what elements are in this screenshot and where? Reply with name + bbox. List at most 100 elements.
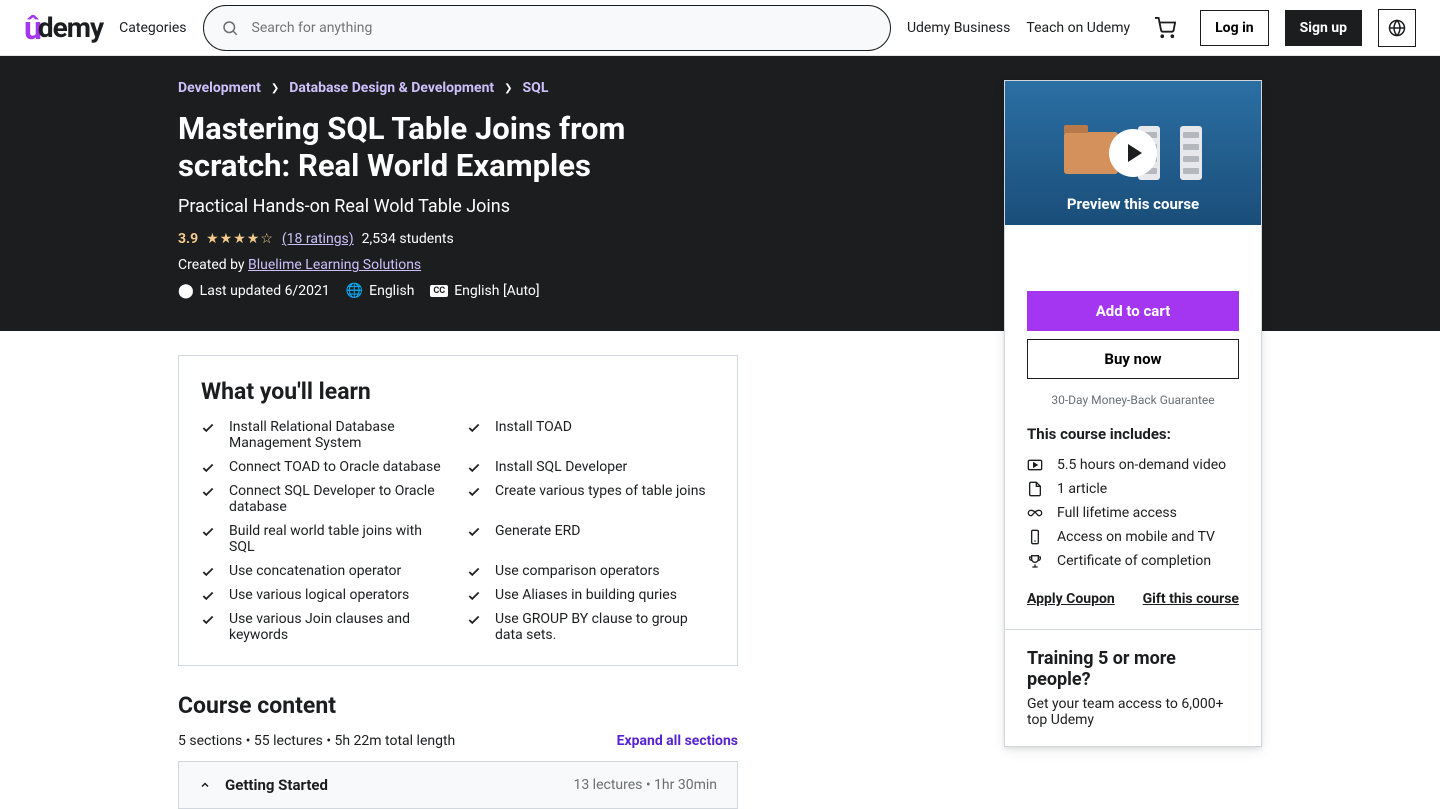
learn-item: Connect SQL Developer to Oracle database xyxy=(201,483,449,515)
rating-stars: ★★★★☆ xyxy=(206,231,274,247)
check-icon xyxy=(201,421,215,435)
learn-item: Use comparison operators xyxy=(467,563,715,579)
includes-item: 1 article xyxy=(1027,477,1239,501)
rating-value: 3.9 xyxy=(178,231,198,247)
learn-text: Connect TOAD to Oracle database xyxy=(229,459,441,475)
learn-item: Install SQL Developer xyxy=(467,459,715,475)
preview-label: Preview this course xyxy=(1005,195,1261,213)
learn-item: Install TOAD xyxy=(467,419,715,451)
learn-text: Use various Join clauses and keywords xyxy=(229,611,449,643)
learn-item: Use concatenation operator xyxy=(201,563,449,579)
breadcrumb-development[interactable]: Development xyxy=(178,80,261,96)
created-by-label: Created by xyxy=(178,257,248,273)
cc-icon: CC xyxy=(430,285,448,297)
content-summary: 5 sections • 55 lectures • 5h 22m total … xyxy=(178,733,455,749)
check-icon xyxy=(467,565,481,579)
includes-text: Certificate of completion xyxy=(1057,553,1211,569)
file-icon xyxy=(1027,481,1043,497)
learn-text: Build real world table joins with SQL xyxy=(229,523,449,555)
check-icon xyxy=(467,613,481,627)
purchase-card: Preview this course Add to cart Buy now … xyxy=(1004,80,1262,747)
chevron-right-icon: ❯ xyxy=(271,83,279,94)
what-youll-learn: What you'll learn Install Relational Dat… xyxy=(178,355,738,666)
expand-all-link[interactable]: Expand all sections xyxy=(617,733,738,749)
includes-item: Certificate of completion xyxy=(1027,549,1239,573)
mobile-icon xyxy=(1027,529,1043,545)
learn-item: Create various types of table joins xyxy=(467,483,715,515)
server-icon xyxy=(1180,126,1202,180)
includes-text: 1 article xyxy=(1057,481,1107,497)
search-icon xyxy=(221,19,239,37)
learn-item: Connect TOAD to Oracle database xyxy=(201,459,449,475)
trophy-icon xyxy=(1027,553,1043,569)
accordion-section[interactable]: Getting Started 13 lectures • 1hr 30min xyxy=(178,761,738,809)
teach-link[interactable]: Teach on Udemy xyxy=(1026,20,1130,36)
check-icon xyxy=(467,461,481,475)
learn-text: Install Relational Database Management S… xyxy=(229,419,449,451)
udemy-business-link[interactable]: Udemy Business xyxy=(907,20,1010,36)
check-icon xyxy=(467,589,481,603)
check-icon xyxy=(201,565,215,579)
cart-icon[interactable] xyxy=(1146,17,1184,39)
learn-text: Use GROUP BY clause to group data sets. xyxy=(495,611,715,643)
learn-item: Build real world table joins with SQL xyxy=(201,523,449,555)
check-icon xyxy=(201,613,215,627)
learn-item: Generate ERD xyxy=(467,523,715,555)
ratings-link[interactable]: (18 ratings) xyxy=(282,231,354,247)
includes-text: Full lifetime access xyxy=(1057,505,1177,521)
check-icon xyxy=(201,485,215,499)
play-icon xyxy=(1109,129,1157,177)
globe-icon: 🌐 xyxy=(346,283,363,299)
team-promo: Training 5 or more people? Get your team… xyxy=(1005,629,1261,746)
course-content-title: Course content xyxy=(178,692,738,719)
infinity-icon xyxy=(1027,505,1043,521)
alert-icon: ⬤ xyxy=(178,283,194,299)
learn-item: Use various Join clauses and keywords xyxy=(201,611,449,643)
learn-item: Use GROUP BY clause to group data sets. xyxy=(467,611,715,643)
section-name: Getting Started xyxy=(225,776,328,794)
search-input[interactable] xyxy=(203,5,891,51)
learn-text: Create various types of table joins xyxy=(495,483,706,499)
learn-text: Use comparison operators xyxy=(495,563,660,579)
check-icon xyxy=(201,461,215,475)
learn-text: Install SQL Developer xyxy=(495,459,627,475)
learn-item: Install Relational Database Management S… xyxy=(201,419,449,451)
language-button[interactable] xyxy=(1378,9,1416,47)
preview-area[interactable]: Preview this course xyxy=(1005,81,1261,225)
buy-now-button[interactable]: Buy now xyxy=(1027,339,1239,379)
categories-link[interactable]: Categories xyxy=(119,20,186,36)
logo[interactable]: ûdemy xyxy=(24,9,103,47)
last-updated: Last updated 6/2021 xyxy=(200,283,330,299)
course-captions: English [Auto] xyxy=(454,283,539,299)
learn-item: Use various logical operators xyxy=(201,587,449,603)
gift-course-link[interactable]: Gift this course xyxy=(1143,591,1239,607)
breadcrumb: Development ❯ Database Design & Developm… xyxy=(178,80,738,96)
breadcrumb-database[interactable]: Database Design & Development xyxy=(289,80,494,96)
includes-list: 5.5 hours on-demand video 1 article Full l… xyxy=(1027,453,1239,573)
author-link[interactable]: Bluelime Learning Solutions xyxy=(248,257,421,273)
login-button[interactable]: Log in xyxy=(1200,10,1269,46)
check-icon xyxy=(467,525,481,539)
section-meta: 13 lectures • 1hr 30min xyxy=(573,777,717,793)
students-count: 2,534 students xyxy=(362,231,454,247)
course-language: English xyxy=(369,283,414,299)
learn-text: Use Aliases in building quries xyxy=(495,587,677,603)
guarantee-text: 30-Day Money-Back Guarantee xyxy=(1027,393,1239,407)
search-bar xyxy=(203,5,891,51)
apply-coupon-link[interactable]: Apply Coupon xyxy=(1027,591,1115,607)
includes-item: Full lifetime access xyxy=(1027,501,1239,525)
learn-text: Connect SQL Developer to Oracle database xyxy=(229,483,449,515)
price-area xyxy=(1027,241,1239,291)
signup-button[interactable]: Sign up xyxy=(1285,10,1362,46)
includes-item: Access on mobile and TV xyxy=(1027,525,1239,549)
header: ûdemy Categories Udemy Business Teach on… xyxy=(0,0,1440,56)
breadcrumb-sql[interactable]: SQL xyxy=(523,80,549,96)
check-icon xyxy=(201,589,215,603)
add-to-cart-button[interactable]: Add to cart xyxy=(1027,291,1239,331)
includes-text: 5.5 hours on-demand video xyxy=(1057,457,1226,473)
course-subtitle: Practical Hands-on Real Wold Table Joins xyxy=(178,196,738,217)
learn-text: Generate ERD xyxy=(495,523,580,539)
learn-text: Use various logical operators xyxy=(229,587,409,603)
check-icon xyxy=(201,525,215,539)
course-title: Mastering SQL Table Joins from scratch: … xyxy=(178,110,738,184)
